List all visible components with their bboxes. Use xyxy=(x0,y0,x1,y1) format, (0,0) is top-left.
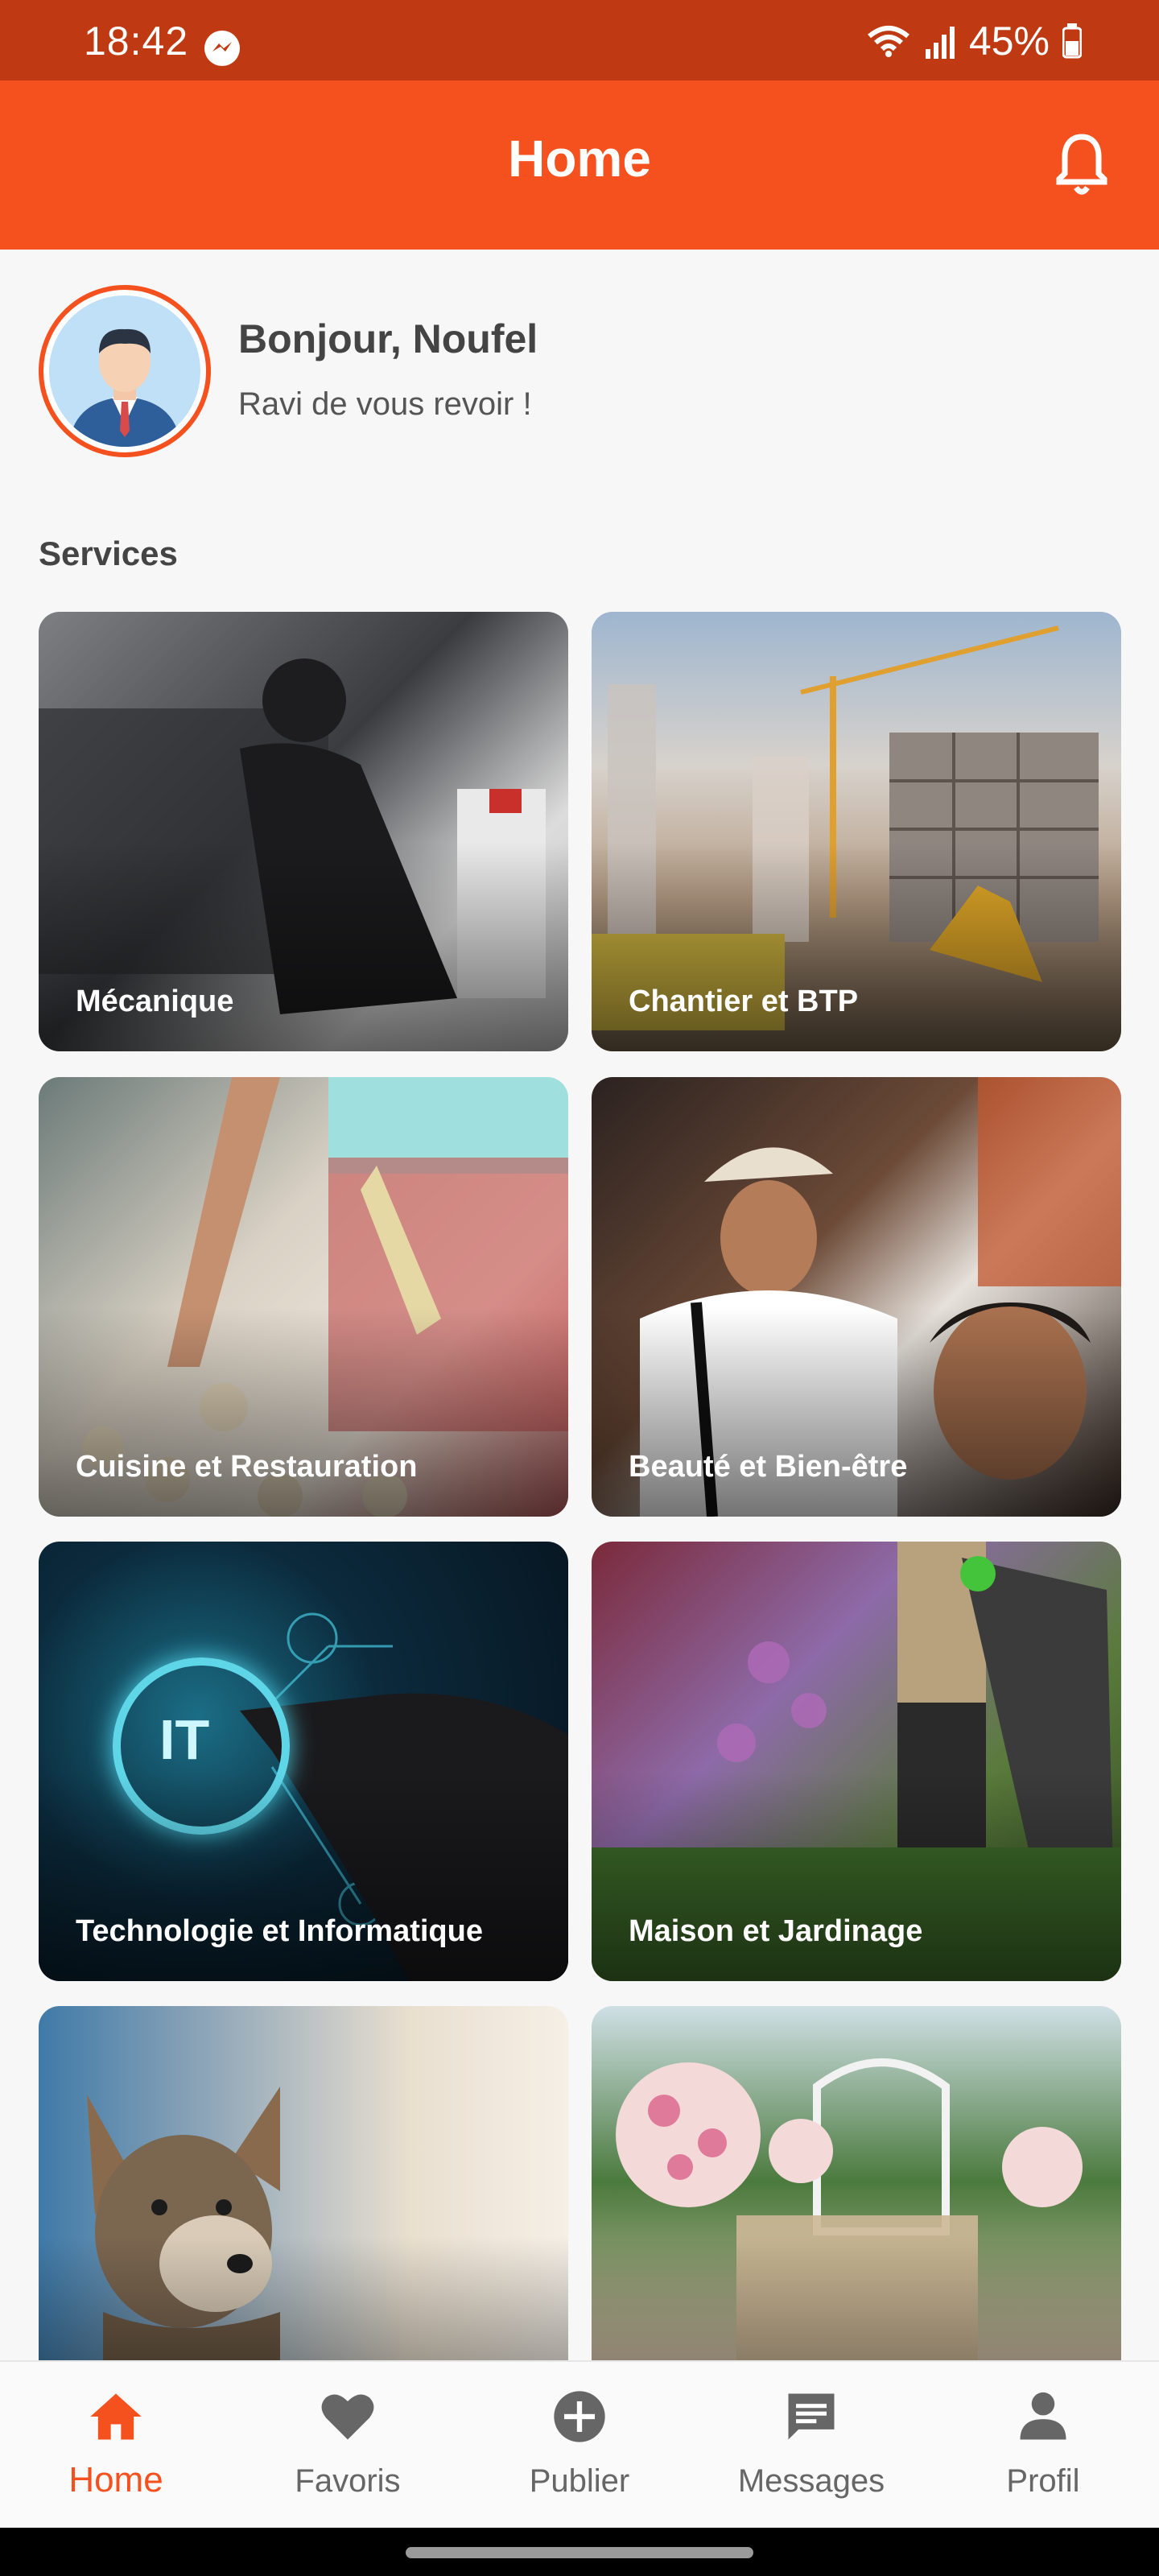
service-card-mecanique[interactable]: Mécanique xyxy=(39,612,568,1051)
page-title: Home xyxy=(508,130,651,188)
service-card-btp[interactable]: Chantier et BTP xyxy=(592,612,1121,1051)
nav-label: Home xyxy=(68,2460,163,2500)
home-icon xyxy=(90,2393,142,2440)
battery-percent: 45% xyxy=(968,19,1050,64)
nav-label: Publier xyxy=(529,2463,630,2499)
avatar[interactable] xyxy=(39,285,211,457)
service-card-jardinage[interactable]: Maison et Jardinage xyxy=(592,1542,1121,1981)
service-card-label: Chantier et BTP xyxy=(629,985,859,1018)
service-card-beaute[interactable]: Beauté et Bien-être xyxy=(592,1077,1121,1517)
status-time: 18:42 xyxy=(84,19,189,64)
nav-item-home[interactable]: Home xyxy=(0,2362,232,2529)
service-card-cuisine[interactable]: Cuisine et Restauration xyxy=(39,1077,568,1517)
messenger-icon xyxy=(204,31,240,66)
status-bar: 18:42 45% xyxy=(0,0,1159,80)
nav-item-profil[interactable]: Profil xyxy=(927,2362,1159,2529)
app-bar: Home xyxy=(0,80,1159,250)
bottom-navigation: Home Favoris Publier Messages Profil xyxy=(0,2360,1159,2528)
bell-icon[interactable] xyxy=(1048,130,1116,200)
service-card-label: Cuisine et Restauration xyxy=(76,1450,418,1484)
greeting-title: Bonjour, Noufel xyxy=(238,316,538,361)
service-card-technologie[interactable]: IT Technologie et Informatique xyxy=(39,1542,568,1981)
status-icons: 45% xyxy=(866,18,1082,64)
nav-item-publier[interactable]: Publier xyxy=(464,2362,695,2529)
signal-icon xyxy=(925,27,955,59)
nav-label: Profil xyxy=(1006,2463,1080,2499)
it-logo: IT xyxy=(159,1708,210,1771)
battery-icon xyxy=(1062,23,1082,59)
nav-item-messages[interactable]: Messages xyxy=(695,2362,927,2529)
home-indicator[interactable] xyxy=(406,2547,753,2558)
nav-label: Favoris xyxy=(295,2463,401,2499)
greeting-subtitle: Ravi de vous revoir ! xyxy=(238,386,532,422)
avatar-illustration xyxy=(49,295,200,447)
services-section-title: Services xyxy=(39,535,178,572)
service-card-label: Technologie et Informatique xyxy=(76,1914,483,1948)
nav-item-favoris[interactable]: Favoris xyxy=(232,2362,464,2529)
add-circle-icon xyxy=(554,2391,605,2442)
service-card-label: Mécanique xyxy=(76,985,234,1018)
person-icon xyxy=(1020,2392,1066,2440)
service-card-label: Beauté et Bien-être xyxy=(629,1450,908,1484)
heart-icon xyxy=(321,2394,374,2440)
service-card-label: Maison et Jardinage xyxy=(629,1914,923,1948)
wifi-icon xyxy=(868,26,909,57)
chat-icon xyxy=(788,2393,835,2440)
nav-label: Messages xyxy=(737,2463,885,2499)
